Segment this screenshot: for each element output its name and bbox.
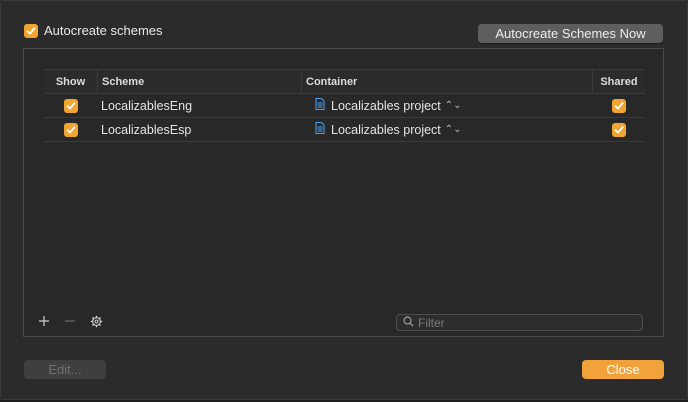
column-header-shared[interactable]: Shared: [592, 70, 645, 93]
file-icon: [315, 98, 325, 113]
table-row[interactable]: LocalizablesEng Localizables project ⌃⌄: [44, 94, 645, 118]
filter-input[interactable]: [418, 315, 618, 330]
column-header-show[interactable]: Show: [44, 70, 97, 93]
autocreate-schemes-now-button[interactable]: Autocreate Schemes Now: [478, 24, 663, 43]
table-row[interactable]: LocalizablesEsp Localizables project ⌃⌄: [44, 118, 645, 142]
container-popup[interactable]: Localizables project ⌃⌄: [301, 94, 592, 117]
edit-button[interactable]: Edit...: [24, 360, 106, 379]
file-icon: [315, 122, 325, 137]
container-popup[interactable]: Localizables project ⌃⌄: [301, 118, 592, 141]
manage-schemes-sheet: Autocreate schemes Autocreate Schemes No…: [0, 0, 688, 400]
show-cell: [44, 94, 97, 117]
shared-cell: [592, 118, 645, 141]
table-toolbar: [34, 312, 106, 330]
column-header-scheme[interactable]: Scheme: [97, 70, 301, 93]
show-checkbox[interactable]: [63, 98, 78, 113]
autocreate-schemes-label: Autocreate schemes: [44, 23, 163, 38]
container-label: Localizables project: [331, 98, 441, 113]
schemes-table: Show Scheme Container Shared Localizable…: [44, 69, 645, 142]
container-label: Localizables project: [331, 122, 441, 137]
table-header: Show Scheme Container Shared: [44, 69, 645, 94]
chevron-updown-icon: ⌃⌄: [444, 100, 462, 111]
shared-checkbox[interactable]: [611, 98, 626, 113]
minus-icon[interactable]: [60, 312, 80, 330]
autocreate-schemes-checkbox[interactable]: Autocreate schemes: [24, 23, 163, 38]
autocreate-checkbox-box[interactable]: [24, 23, 38, 38]
scheme-name: LocalizablesEsp: [101, 122, 192, 137]
show-checkbox[interactable]: [63, 122, 78, 137]
column-header-container[interactable]: Container: [301, 70, 592, 93]
chevron-updown-icon: ⌃⌄: [444, 124, 462, 135]
plus-icon[interactable]: [34, 312, 54, 330]
close-button[interactable]: Close: [582, 360, 664, 379]
schemes-panel: Show Scheme Container Shared Localizable…: [23, 48, 664, 337]
shared-checkbox[interactable]: [611, 122, 626, 137]
scheme-name: LocalizablesEng: [101, 98, 193, 113]
shared-cell: [592, 94, 645, 117]
search-icon: [403, 315, 414, 330]
show-cell: [44, 118, 97, 141]
gear-icon[interactable]: [86, 312, 106, 330]
filter-field[interactable]: [396, 314, 643, 331]
